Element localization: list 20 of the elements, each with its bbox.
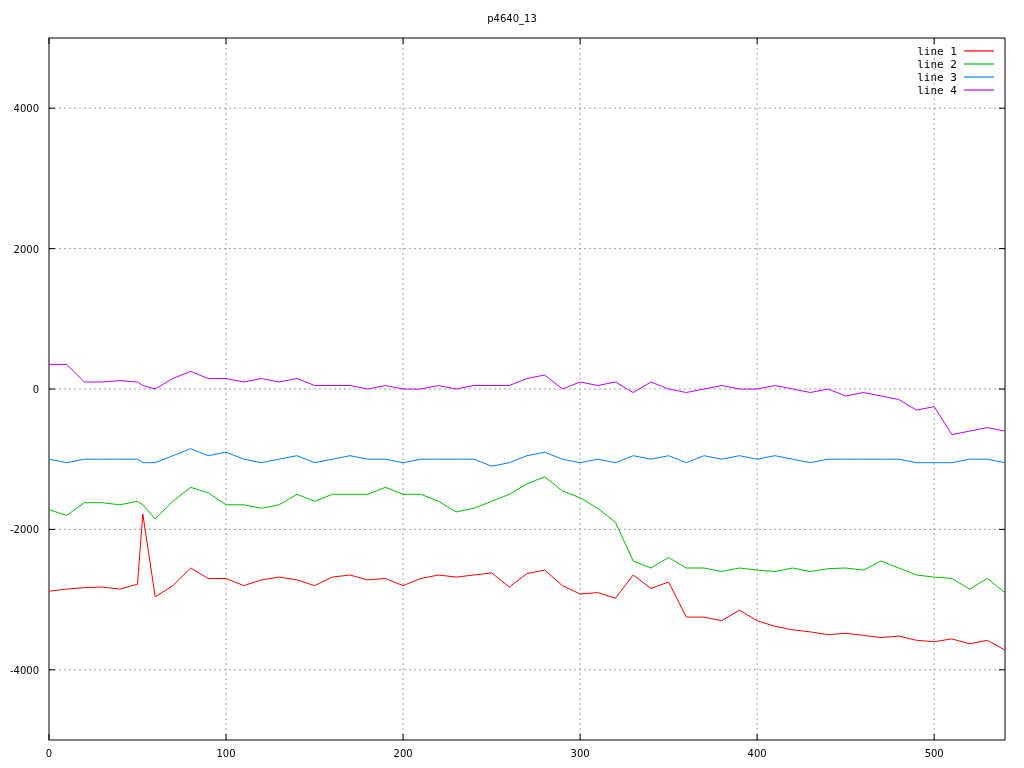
legend-label: line 3 [917,71,957,84]
x-tick-label: 300 [570,748,590,759]
chart-title: p4640_13 [487,13,537,24]
legend-line-sample [963,89,995,91]
legend-line-sample [963,76,995,78]
legend-line-sample [963,50,995,52]
legend-label: line 2 [917,58,957,71]
legend-label: line 4 [917,84,957,97]
y-tick-label: 4000 [13,103,39,115]
y-tick-label: 0 [32,384,39,395]
x-tick-label: 0 [45,748,53,759]
legend-label: line 1 [917,45,957,58]
x-tick-label: 200 [393,748,413,759]
legend-line-sample [963,63,995,65]
x-tick-label: 500 [924,748,944,759]
y-tick-label: -4000 [9,664,39,676]
y-tick-label: -2000 [9,524,39,536]
x-tick-label: 400 [747,748,767,759]
y-tick-label: 2000 [13,243,39,255]
x-tick-label: 100 [216,748,236,759]
